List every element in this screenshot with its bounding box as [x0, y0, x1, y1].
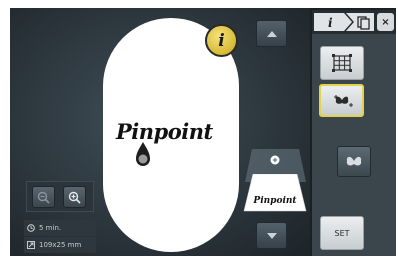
- design-text: Pinpoint: [116, 119, 213, 144]
- needle-position-icon[interactable]: [133, 141, 153, 170]
- tab-info-label: i: [328, 16, 333, 30]
- zoom-in-button[interactable]: [63, 186, 86, 208]
- embroidery-time: 5 min.: [39, 224, 62, 232]
- butterfly-icon: [346, 156, 362, 165]
- grid-icon: [332, 54, 352, 72]
- move-up-button[interactable]: [256, 20, 287, 47]
- embroidery-time-row: 5 min.: [24, 220, 96, 236]
- resize-icon: [27, 241, 35, 249]
- hoop-thumbnail[interactable]: [243, 174, 307, 212]
- design-size: 109x25 mm: [39, 241, 82, 249]
- clock-icon: [27, 224, 35, 232]
- arrow-up-icon: [266, 30, 277, 37]
- set-button[interactable]: SET: [320, 216, 364, 250]
- zoom-out-icon: [37, 191, 50, 204]
- grid-button[interactable]: [320, 46, 364, 80]
- zoom-in-icon: [68, 191, 81, 204]
- arrow-down-icon: [266, 232, 277, 239]
- tab-bar[interactable]: i: [314, 13, 374, 31]
- move-down-button[interactable]: [256, 222, 287, 249]
- design-size-row: 109x25 mm: [24, 237, 96, 253]
- butterfly-pinpoint-icon: [333, 94, 353, 107]
- pinpoint-placement-button[interactable]: [319, 84, 364, 117]
- close-button[interactable]: ×: [377, 13, 394, 31]
- thumbnail-label: Pinpoint: [253, 196, 297, 206]
- zoom-out-button[interactable]: [32, 186, 55, 208]
- info-button[interactable]: i: [205, 24, 238, 57]
- butterfly-design-button[interactable]: [337, 146, 371, 177]
- zoom-panel: [26, 181, 94, 212]
